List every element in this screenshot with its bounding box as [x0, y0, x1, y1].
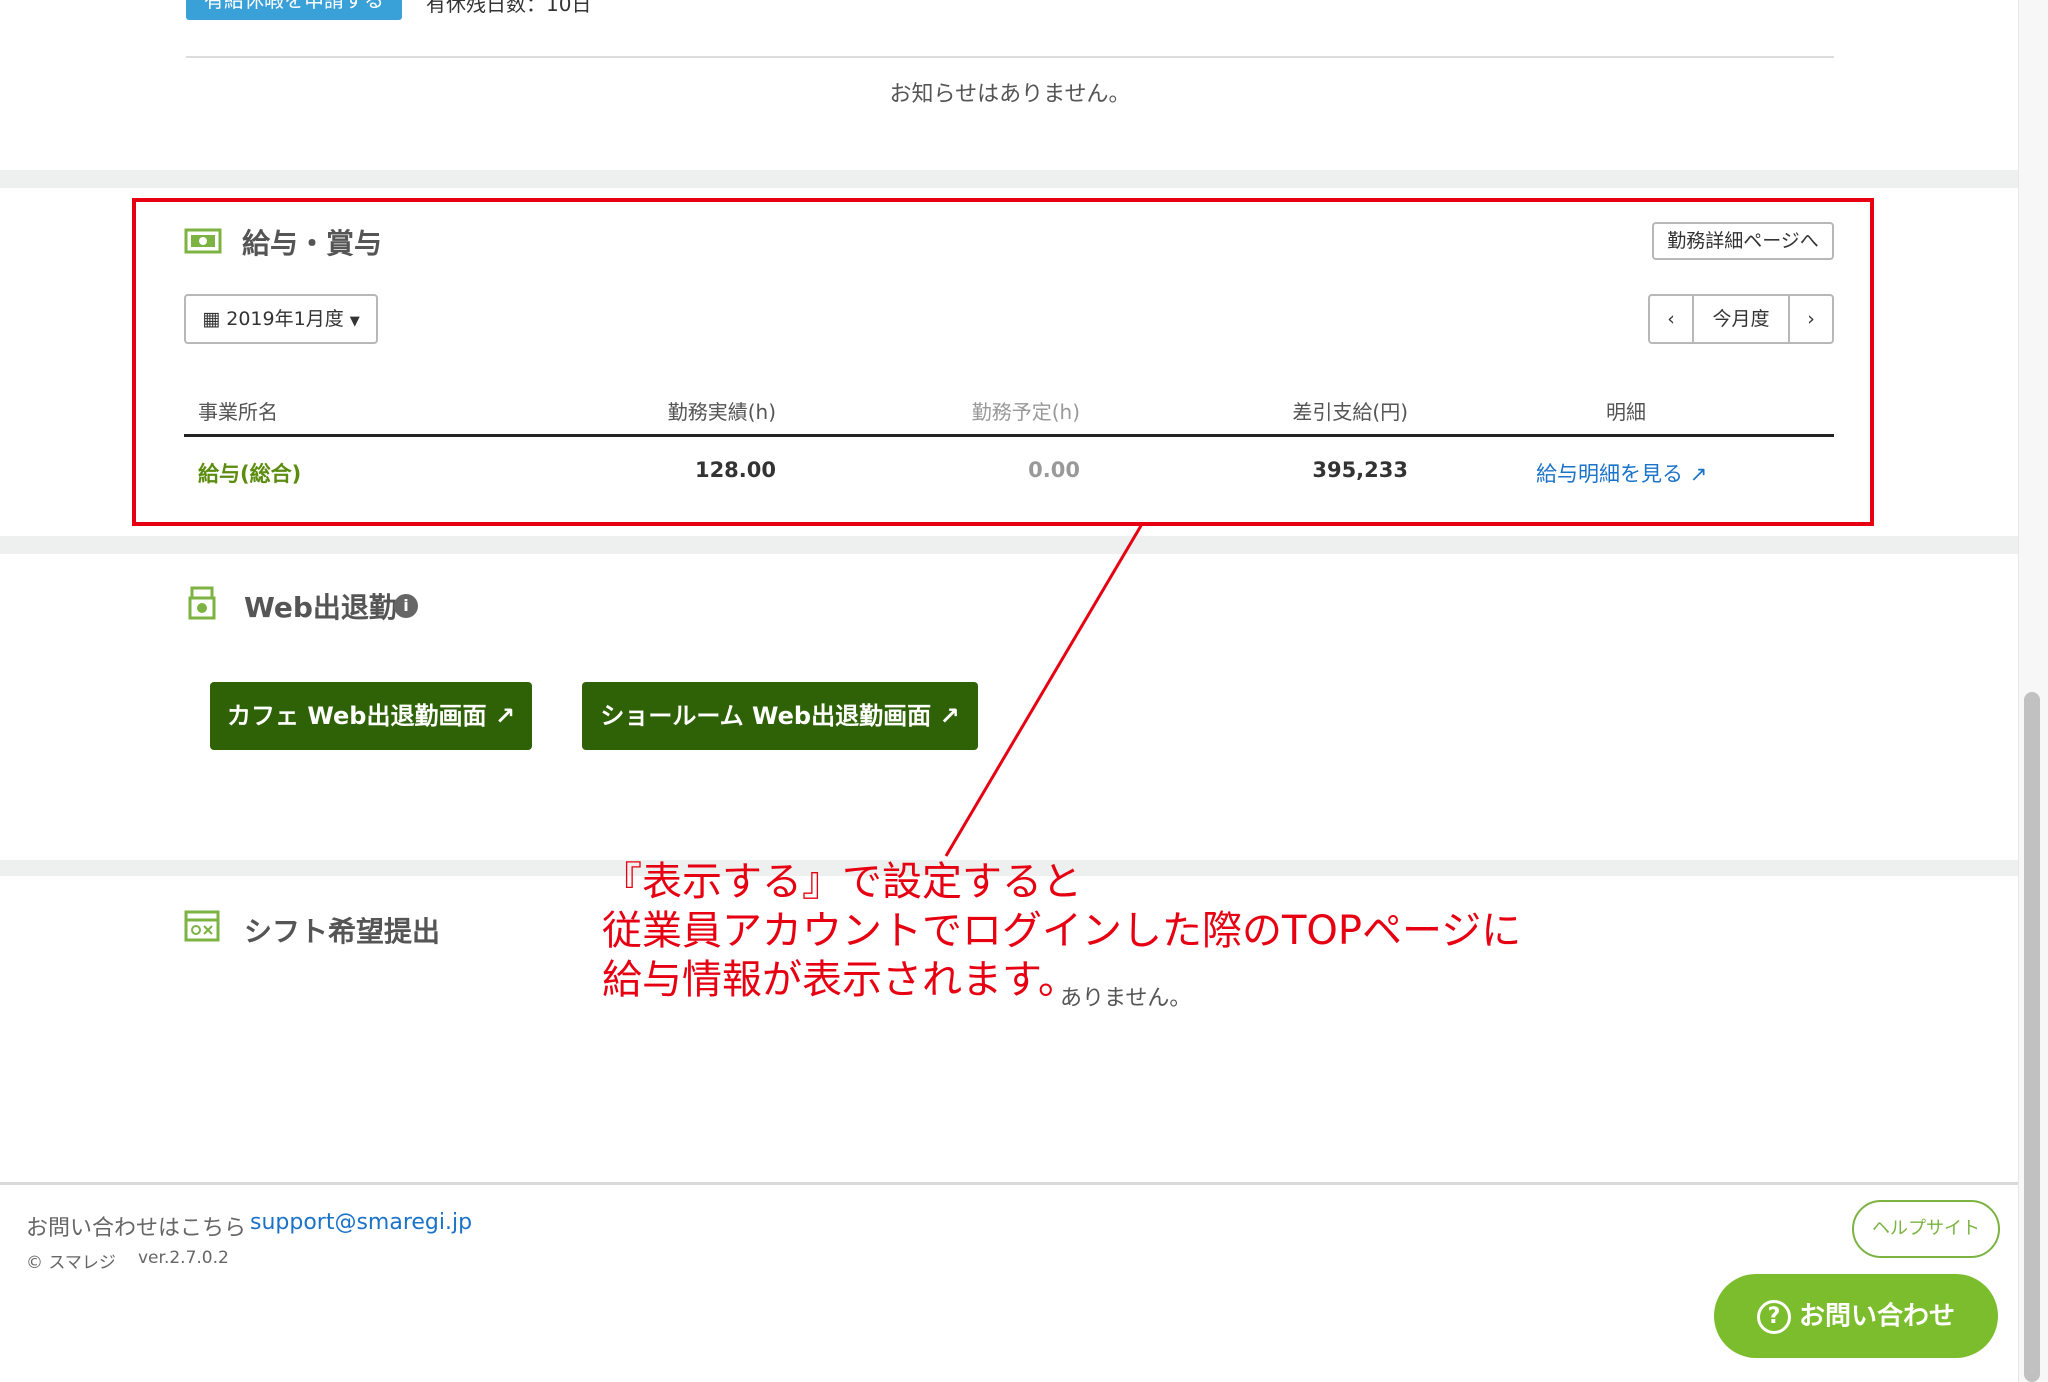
help-site-button[interactable]: ヘルプサイト: [1852, 1200, 2000, 1258]
paid-leave-remaining: 有休残日数：10日: [426, 0, 592, 16]
annotation-pointer-line: [944, 523, 1144, 857]
section-separator: [0, 170, 2018, 188]
showroom-attendance-label: ショールーム Web出退勤画面: [600, 702, 932, 730]
timecard-icon: [188, 586, 216, 624]
web-attendance-title: Web出退勤: [244, 591, 397, 624]
contact-button[interactable]: ? お問い合わせ: [1714, 1274, 1998, 1358]
footer-divider: [0, 1182, 2018, 1185]
paid-leave-request-button[interactable]: 有給休暇を申請する: [186, 0, 402, 20]
annotation-line-1: 『表示する』で設定すると: [602, 859, 1082, 905]
info-icon[interactable]: i: [394, 594, 418, 618]
cafe-attendance-label: カフェ Web出退勤画面: [227, 702, 487, 730]
showroom-attendance-button[interactable]: ショールーム Web出退勤画面 ↗: [582, 682, 978, 750]
notice-text: お知らせはありません。: [889, 82, 1131, 107]
scrollbar-thumb[interactable]: [2024, 692, 2040, 1382]
copyright: © スマレジ: [26, 1253, 116, 1273]
contact-prompt: お問い合わせはこちら: [26, 1216, 247, 1241]
cafe-attendance-button[interactable]: カフェ Web出退勤画面 ↗: [210, 682, 532, 750]
support-email-link[interactable]: support@smaregi.jp: [250, 1210, 472, 1235]
question-icon: ?: [1756, 1299, 1791, 1334]
annotation-text: 『表示する』で設定すると 従業員アカウントでログインした際のTOPページに 給与…: [602, 858, 1521, 1005]
shift-request-title: シフト希望提出: [244, 915, 441, 948]
external-link-icon: ↗: [494, 702, 515, 730]
calendar-x-icon: [184, 910, 220, 946]
highlight-box: [132, 198, 1874, 526]
contact-button-label: お問い合わせ: [1798, 1301, 1955, 1332]
annotation-line-2: 従業員アカウントでログインした際のTOPページに: [602, 908, 1522, 954]
annotation-line-3: 給与情報が表示されます。: [602, 957, 1078, 1003]
version: ver.2.7.0.2: [138, 1248, 229, 1268]
divider: [186, 56, 1834, 58]
